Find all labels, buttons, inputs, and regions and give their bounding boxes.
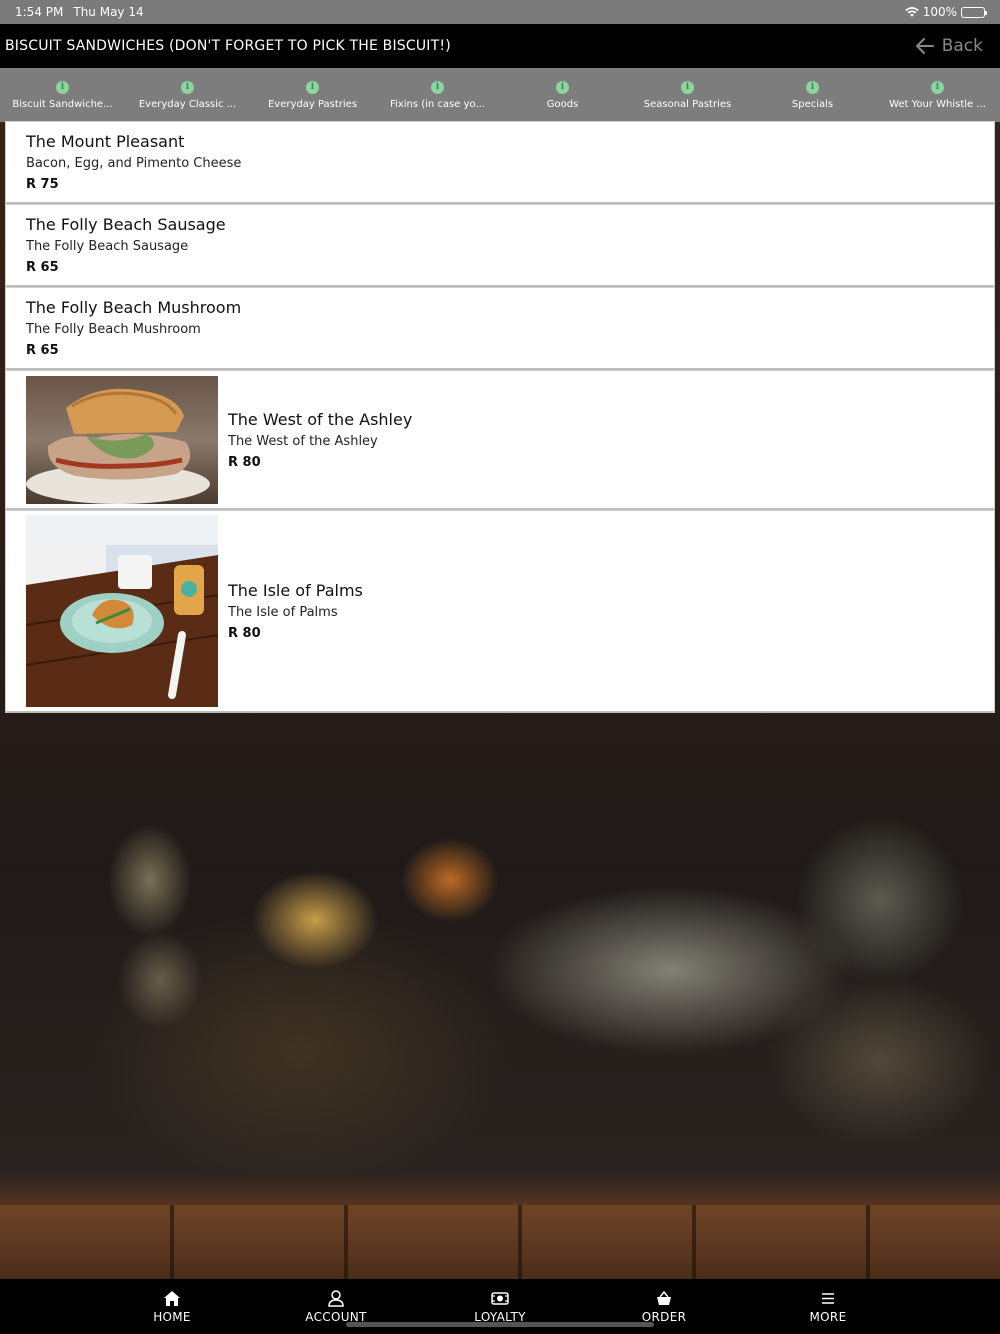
tab-label: Seasonal Pastries	[643, 98, 732, 110]
item-price: R 65	[26, 260, 59, 275]
page-title: BISCUIT SANDWICHES (DON'T FORGET TO PICK…	[5, 38, 451, 54]
menu-item-west-of-the-ashley[interactable]: The West of the Ashley The West of the A…	[5, 370, 995, 510]
info-icon: i	[181, 80, 194, 94]
item-photo	[26, 375, 218, 504]
menu-item-folly-beach-sausage[interactable]: The Folly Beach Sausage The Folly Beach …	[5, 204, 995, 287]
item-name: The Mount Pleasant	[26, 132, 185, 151]
person-icon	[328, 1289, 344, 1307]
tab-label: Fixins (in case yo...	[390, 98, 485, 110]
item-description: Bacon, Egg, and Pimento Cheese	[26, 156, 242, 171]
back-button[interactable]: Back	[915, 36, 995, 56]
nav-home[interactable]: HOME	[90, 1279, 254, 1334]
item-price: R 75	[26, 177, 59, 192]
status-right: 100%	[904, 5, 987, 19]
status-time: 1:54 PM	[15, 5, 64, 19]
tab-everyday-pastries[interactable]: i Everyday Pastries	[250, 68, 375, 122]
info-icon: i	[431, 80, 444, 94]
info-icon: i	[806, 80, 819, 94]
basket-icon	[657, 1290, 671, 1305]
nav-more[interactable]: MORE	[746, 1279, 910, 1334]
item-name: The Isle of Palms	[228, 581, 363, 600]
tab-biscuit-sandwiches[interactable]: i Biscuit Sandwiche...	[0, 68, 125, 122]
info-icon: i	[931, 80, 944, 94]
tab-goods[interactable]: i Goods	[500, 68, 625, 122]
nav-label: MORE	[809, 1309, 847, 1324]
loyalty-icon	[491, 1291, 509, 1305]
menu-item-mount-pleasant[interactable]: The Mount Pleasant Bacon, Egg, and Pimen…	[5, 121, 995, 204]
menu-item-folly-beach-mushroom[interactable]: The Folly Beach Mushroom The Folly Beach…	[5, 287, 995, 370]
info-icon: i	[56, 80, 69, 94]
item-price: R 65	[26, 343, 59, 358]
status-bar: 1:54 PM Thu May 14 100%	[0, 0, 1000, 24]
item-name: The West of the Ashley	[228, 409, 413, 429]
category-tabs: i Biscuit Sandwiche... i Everyday Classi…	[0, 68, 1000, 122]
tab-specials[interactable]: i Specials	[750, 68, 875, 122]
home-indicator	[346, 1322, 654, 1327]
menu-item-isle-of-palms[interactable]: The Isle of Palms The Isle of Palms R 80	[5, 510, 995, 713]
tab-label: Biscuit Sandwiche...	[12, 98, 113, 110]
info-icon: i	[306, 80, 319, 94]
background-table	[0, 1205, 1000, 1279]
tab-label: Goods	[546, 98, 579, 110]
item-photo	[26, 515, 218, 707]
menu-list: The Mount Pleasant Bacon, Egg, and Pimen…	[5, 121, 995, 713]
battery-icon	[961, 6, 987, 18]
arrow-left-icon	[915, 38, 934, 54]
tab-label: Everyday Classic ...	[138, 98, 237, 110]
item-description: The Folly Beach Sausage	[26, 239, 189, 254]
tab-label: Everyday Pastries	[267, 98, 358, 110]
nav-label: HOME	[153, 1309, 191, 1324]
tab-seasonal-pastries[interactable]: i Seasonal Pastries	[625, 68, 750, 122]
home-icon	[164, 1290, 180, 1306]
item-price: R 80	[228, 454, 261, 470]
info-icon: i	[681, 80, 694, 94]
back-label: Back	[941, 36, 983, 56]
item-name: The Folly Beach Mushroom	[26, 298, 242, 317]
info-icon: i	[556, 80, 569, 94]
tab-everyday-classic[interactable]: i Everyday Classic ...	[125, 68, 250, 122]
item-description: The Isle of Palms	[228, 605, 338, 620]
status-date: Thu May 14	[73, 5, 144, 19]
item-description: The Folly Beach Mushroom	[26, 322, 201, 337]
tab-label: Specials	[791, 98, 834, 110]
battery-percent: 100%	[922, 5, 957, 19]
item-name: The Folly Beach Sausage	[26, 215, 226, 234]
item-price: R 80	[228, 626, 261, 641]
tab-label: Wet Your Whistle ...	[889, 98, 986, 110]
tab-fixins[interactable]: i Fixins (in case yo...	[375, 68, 500, 122]
item-description: The West of the Ashley	[228, 433, 378, 449]
page-header: BISCUIT SANDWICHES (DON'T FORGET TO PICK…	[0, 24, 1000, 68]
wifi-icon	[904, 7, 919, 17]
menu-icon	[822, 1292, 834, 1304]
tab-wet-your-whistle[interactable]: i Wet Your Whistle ...	[875, 68, 1000, 122]
